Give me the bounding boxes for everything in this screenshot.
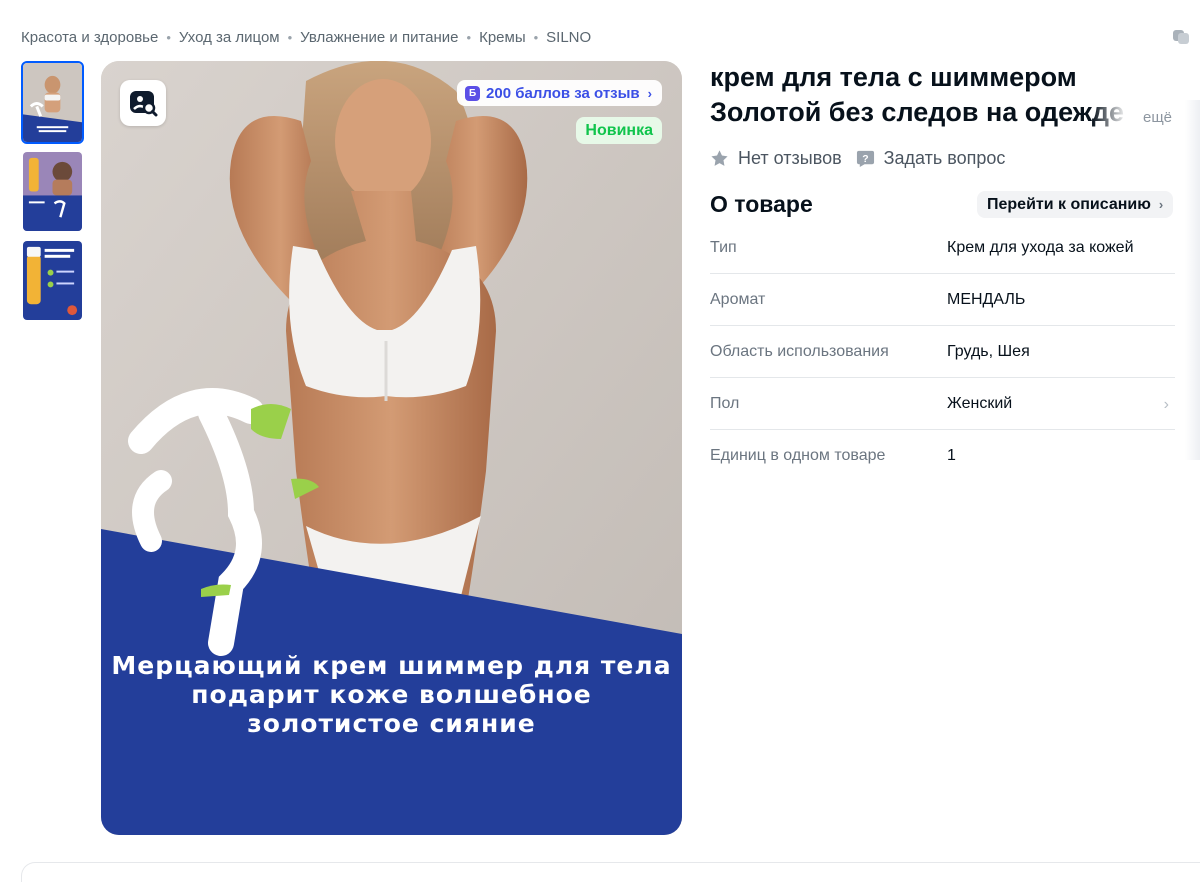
thumbnail-strip <box>21 61 85 328</box>
chevron-right-icon: › <box>647 85 652 101</box>
review-points-badge[interactable]: Б 200 баллов за отзыв › <box>457 80 662 106</box>
breadcrumb-separator: • <box>466 29 472 45</box>
spec-value: 1 <box>947 447 956 464</box>
specs-table: Тип Крем для ухода за кожей Аромат МЕНДА… <box>710 222 1175 482</box>
breadcrumb-item-moisturizing[interactable]: Увлажнение и питание <box>300 29 458 46</box>
chevron-right-icon: › <box>1158 197 1164 212</box>
reviews-label: Нет отзывов <box>738 147 842 168</box>
points-label: 200 баллов за отзыв <box>486 84 640 102</box>
title-fade <box>1092 96 1142 132</box>
share-icon[interactable] <box>1172 27 1190 45</box>
thumbnail-1[interactable] <box>21 61 84 144</box>
next-section-card <box>21 862 1200 882</box>
spec-value: Грудь, Шея <box>947 342 1030 360</box>
spec-key: Аромат <box>710 290 766 308</box>
spec-row[interactable]: Пол Женский › <box>710 378 1175 430</box>
goto-description-button[interactable]: Перейти к описанию › <box>977 191 1174 218</box>
image-search-icon <box>130 91 158 117</box>
promo-text: Мерцающий крем шиммер для тела подарит к… <box>101 651 682 738</box>
image-search-button[interactable] <box>120 80 166 126</box>
goto-description-label: Перейти к описанию <box>987 195 1151 213</box>
side-panel-edge <box>1185 100 1200 460</box>
ask-question-label: Задать вопрос <box>883 147 1006 168</box>
breadcrumb-item-beauty[interactable]: Красота и здоровье <box>21 29 158 46</box>
spec-key: Пол <box>710 394 740 412</box>
breadcrumb-separator: • <box>533 29 539 45</box>
reviews-link[interactable]: Нет отзывов <box>710 148 842 169</box>
promo-text-line: золотистое сияние <box>247 709 536 738</box>
spec-row: Область использования Грудь, Шея <box>710 326 1175 378</box>
breadcrumb-separator: • <box>287 29 293 45</box>
chevron-right-icon: › <box>1163 396 1169 413</box>
breadcrumb-separator: • <box>166 29 171 45</box>
new-badge: Новинка <box>576 117 662 144</box>
spec-value: МЕНДАЛЬ <box>947 290 1026 308</box>
thumbnail-3[interactable] <box>21 239 84 322</box>
spec-value: Женский <box>947 394 1013 412</box>
points-coin-icon: Б <box>465 85 481 101</box>
spec-key: Единиц в одном товаре <box>710 447 886 464</box>
spec-key: Тип <box>710 238 737 256</box>
promo-text-line: подарит коже волшебное <box>191 680 592 709</box>
spec-key: Область использования <box>710 342 889 360</box>
svg-text:?: ? <box>862 153 868 164</box>
spec-row: Аромат МЕНДАЛЬ <box>710 274 1175 326</box>
breadcrumb-item-creams[interactable]: Кремы <box>479 29 526 46</box>
product-main-image[interactable]: Б 200 баллов за отзыв › Новинка Мерцающи… <box>101 61 682 835</box>
thumbnail-2[interactable] <box>21 150 84 233</box>
breadcrumb: Красота и здоровье • Уход за лицом • Увл… <box>21 27 591 47</box>
title-more-link[interactable]: ещё <box>1143 109 1172 126</box>
spec-row: Единиц в одном товаре 1 <box>710 430 1175 482</box>
promo-text-line: Мерцающий крем шиммер для тела <box>111 651 672 680</box>
star-icon <box>711 149 728 166</box>
breadcrumb-item-face-care[interactable]: Уход за лицом <box>179 29 280 46</box>
ask-question-link[interactable]: ? Задать вопрос <box>856 147 1006 169</box>
spec-value: Крем для ухода за кожей <box>947 238 1134 256</box>
question-icon: ? <box>856 150 874 167</box>
product-title: крем для тела с шиммером Золотой без сле… <box>710 62 1125 127</box>
spec-row: Тип Крем для ухода за кожей <box>710 222 1175 274</box>
product-meta-row: Нет отзывов ? Задать вопрос <box>710 146 1019 170</box>
breadcrumb-item-brand[interactable]: SILNO <box>546 29 591 46</box>
about-heading: О товаре <box>710 191 813 217</box>
